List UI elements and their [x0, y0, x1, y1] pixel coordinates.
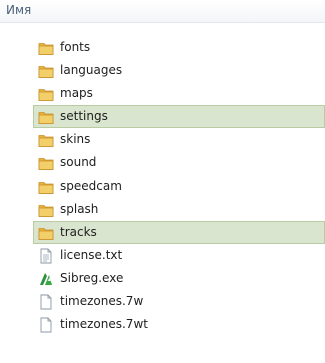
list-item[interactable]: splash	[33, 198, 325, 221]
list-item-label: license.txt	[60, 247, 123, 262]
folder-icon	[38, 86, 54, 102]
list-item[interactable]: sound	[33, 151, 325, 174]
folder-icon	[38, 40, 54, 56]
file-icon	[38, 294, 54, 310]
column-header-name: Имя	[6, 3, 32, 17]
list-item-label: languages	[60, 63, 123, 78]
folder-icon	[38, 155, 54, 171]
list-item[interactable]: fonts	[33, 36, 325, 59]
folder-icon	[38, 109, 54, 125]
list-item[interactable]: skins	[33, 128, 325, 151]
list-item[interactable]: settings	[33, 105, 325, 129]
list-item[interactable]: timezones.7w	[33, 290, 325, 313]
text-file-icon	[38, 248, 54, 264]
file-icon	[38, 317, 54, 333]
list-item[interactable]: languages	[33, 59, 325, 82]
folder-icon	[38, 225, 54, 241]
app-exe-icon	[38, 271, 54, 287]
list-item[interactable]: license.txt	[33, 244, 325, 267]
folder-icon	[38, 63, 54, 79]
list-item[interactable]: speedcam	[33, 175, 325, 198]
list-item-label: fonts	[60, 40, 91, 54]
folder-icon	[38, 132, 54, 148]
list-item[interactable]: tracks	[33, 220, 325, 244]
list-item[interactable]: maps	[33, 82, 325, 105]
list-item-label: speedcam	[60, 178, 122, 193]
list-item-label: splash	[60, 201, 99, 216]
list-item-label: settings	[60, 109, 108, 124]
list-item[interactable]: Sibreg.exe	[33, 267, 325, 290]
list-item-label: timezones.7wt	[60, 317, 148, 332]
column-header[interactable]: Имя	[0, 0, 325, 23]
list-item-label: sound	[60, 155, 97, 170]
list-item-label: maps	[60, 86, 93, 101]
list-item-label: Sibreg.exe	[60, 270, 124, 285]
list-item-label: tracks	[60, 224, 97, 239]
folder-icon	[38, 179, 54, 195]
file-list: fonts languages maps settings skins sound spee…	[0, 36, 325, 336]
folder-icon	[38, 202, 54, 218]
list-item[interactable]: timezones.7wt	[33, 313, 325, 336]
list-item-label: skins	[60, 132, 91, 147]
list-item-label: timezones.7w	[60, 294, 144, 309]
